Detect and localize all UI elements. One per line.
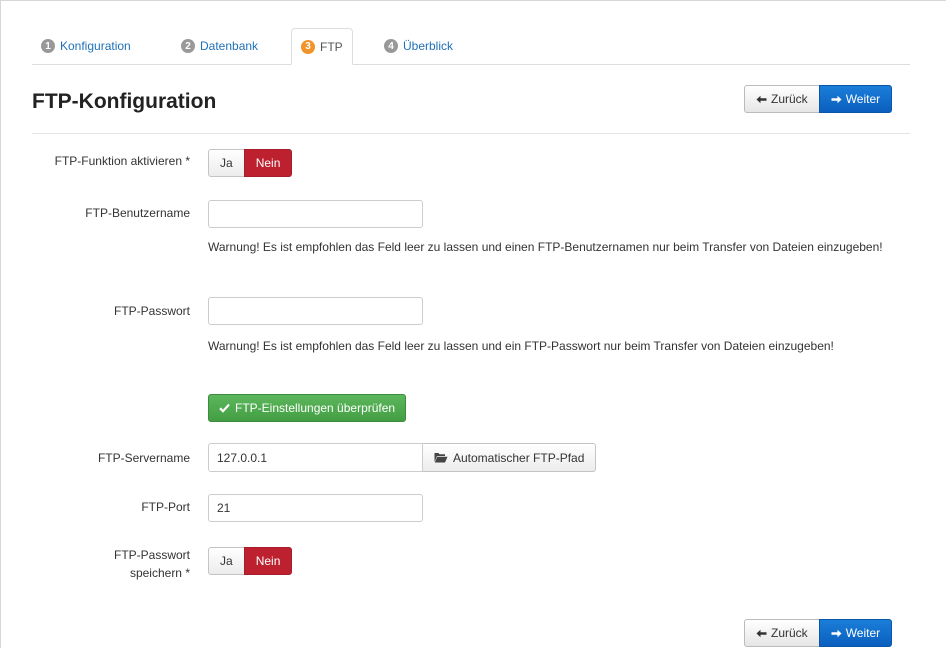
header-nav-buttons: Zurück Weiter — [744, 85, 893, 113]
ftp-save-password-toggle: Ja Nein — [208, 547, 293, 575]
ftp-servername-group: 127.0.0.1 Automatischer FTP-Pfad — [208, 443, 597, 472]
ftp-password-label: FTP-Passwort — [113, 304, 190, 318]
ftp-enable-label: FTP-Funktion aktivieren * — [54, 154, 190, 168]
footer-next-button[interactable]: Weiter — [818, 619, 893, 647]
tab-ftp[interactable]: 3 FTP — [291, 28, 353, 65]
footer-nav-buttons: Zurück Weiter — [744, 619, 893, 647]
tab-datenbank[interactable]: 2 Datenbank — [181, 28, 258, 64]
next-button[interactable]: Weiter — [818, 85, 893, 113]
ftp-servername-label: FTP-Servername — [97, 451, 190, 465]
check-ftp-settings-button[interactable]: FTP-Einstellungen überprüfen — [208, 394, 407, 422]
ftp-port-input[interactable]: 21 — [208, 494, 423, 522]
arrow-left-icon — [756, 629, 767, 638]
tab-label: FTP — [320, 39, 343, 54]
header-divider — [32, 133, 910, 134]
page-title: FTP-Konfiguration — [32, 90, 217, 113]
checkmark-icon — [219, 403, 230, 413]
footer-next-button-label: Weiter — [845, 626, 881, 640]
tab-konfiguration[interactable]: 1 Konfiguration — [41, 28, 131, 64]
window-left-border — [0, 0, 1, 648]
tab-label: Datenbank — [200, 39, 259, 53]
ftp-save-password-label: FTP-Passwort speichern * — [114, 546, 190, 582]
wizard-tabs: 1 Konfiguration 2 Datenbank 3 FTP 4 Über… — [32, 28, 910, 65]
check-ftp-settings-label: FTP-Einstellungen überprüfen — [235, 401, 396, 415]
tab-number-badge: 3 — [301, 39, 315, 54]
ftp-enable-yes-button[interactable]: Ja — [208, 149, 245, 177]
footer-back-button-label: Zurück — [771, 626, 808, 640]
window-top-border — [0, 0, 946, 1]
ftp-save-password-label-line2: speichern * — [129, 566, 190, 580]
auto-ftp-path-button[interactable]: Automatischer FTP-Pfad — [423, 443, 597, 472]
ftp-save-password-no-button[interactable]: Nein — [243, 547, 293, 575]
ftp-save-password-yes-button[interactable]: Ja — [208, 547, 245, 575]
ftp-username-warning: Warnung! Es ist empfohlen das Feld leer … — [208, 240, 883, 254]
tab-label: Konfiguration — [60, 39, 131, 53]
arrow-left-icon — [756, 95, 767, 104]
tab-number-badge: 1 — [41, 39, 55, 53]
arrow-right-icon — [831, 629, 842, 638]
footer-back-button[interactable]: Zurück — [744, 619, 820, 647]
auto-ftp-path-label: Automatischer FTP-Pfad — [453, 450, 585, 465]
back-button[interactable]: Zurück — [744, 85, 820, 113]
ftp-username-label: FTP-Benutzername — [85, 206, 190, 220]
tab-label: Überblick — [403, 39, 454, 53]
ftp-enable-no-button[interactable]: Nein — [243, 149, 293, 177]
tab-number-badge: 2 — [181, 39, 195, 53]
ftp-servername-input[interactable]: 127.0.0.1 — [208, 443, 423, 472]
tab-ueberblick[interactable]: 4 Überblick — [384, 28, 453, 64]
arrow-right-icon — [831, 95, 842, 104]
ftp-password-warning: Warnung! Es ist empfohlen das Feld leer … — [208, 339, 834, 353]
folder-open-icon — [434, 452, 448, 463]
ftp-save-password-label-line1: FTP-Passwort — [113, 548, 190, 562]
next-button-label: Weiter — [845, 92, 881, 106]
back-button-label: Zurück — [771, 92, 808, 106]
ftp-port-label: FTP-Port — [141, 500, 190, 514]
tab-number-badge: 4 — [384, 39, 398, 53]
ftp-password-input[interactable] — [208, 297, 423, 325]
ftp-enable-toggle: Ja Nein — [208, 149, 293, 177]
ftp-username-input[interactable] — [208, 200, 423, 228]
